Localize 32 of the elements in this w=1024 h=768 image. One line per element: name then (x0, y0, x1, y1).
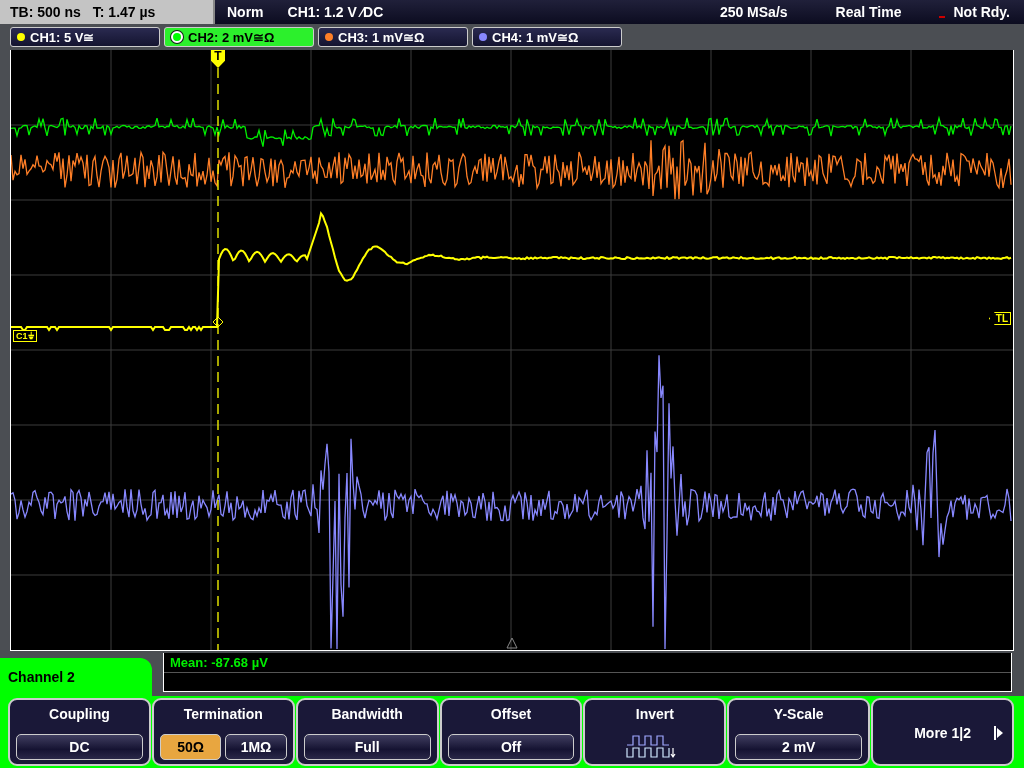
state-text: Not Rdy. (953, 4, 1010, 20)
invert-button[interactable]: Invert (583, 698, 727, 766)
channel-tab[interactable]: CH1: 5 V≅ (10, 27, 160, 47)
trigger-marker[interactable]: T (211, 50, 225, 68)
measurement-text: Mean: -87.68 µV (169, 655, 268, 670)
trigger-time-text: T: 1.47 µs (92, 4, 156, 20)
more-button[interactable]: More 1|2 (871, 698, 1014, 766)
timebase-text: TB: 500 ns (10, 4, 81, 20)
value-button[interactable]: 2 mV (735, 734, 863, 760)
channel-tab[interactable]: CH2: 2 mV≅Ω (164, 27, 314, 47)
right-arrow-icon (994, 725, 1004, 740)
softkey-label: Offset (490, 705, 532, 722)
trigger-point-icon (212, 316, 224, 328)
trigger-level-marker[interactable]: TL (988, 312, 1011, 325)
channel-tab[interactable]: CH4: 1 mV≅Ω (472, 27, 622, 47)
value-button[interactable]: DC (16, 734, 143, 760)
acquisition-text: Real Time (835, 4, 902, 20)
softkey-label: Termination (183, 705, 263, 722)
channel-tab[interactable]: CH3: 1 mV≅Ω (318, 27, 468, 47)
softkey-label: Coupling (49, 705, 110, 722)
trigger-mode-text: Norm (227, 4, 264, 20)
menu-title: Channel 2 (0, 658, 152, 696)
sample-rate-text: 250 MSa/s (719, 4, 788, 20)
option-button[interactable]: 1MΩ (225, 734, 287, 760)
trigger-info-text: CH1: 1.2 V ⁄DC (287, 4, 384, 20)
softkey-label: Y-Scale (773, 705, 824, 722)
channel-marker[interactable]: C1⏚ (13, 330, 37, 342)
value-button[interactable]: Full (303, 734, 431, 760)
value-button[interactable]: Off (447, 734, 575, 760)
option-button[interactable]: 50Ω (159, 734, 222, 760)
softkey-label: Bandwidth (331, 705, 403, 722)
center-marker-icon (506, 637, 518, 649)
